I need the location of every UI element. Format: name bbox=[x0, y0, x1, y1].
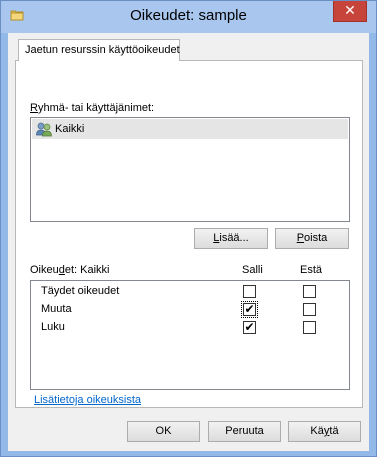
users-listbox[interactable]: Kaikki bbox=[30, 117, 350, 222]
cancel-button[interactable]: Peruuta bbox=[208, 421, 281, 442]
add-label: isää... bbox=[219, 232, 249, 244]
allow-checkbox[interactable]: ✔ bbox=[243, 321, 256, 334]
remove-label: oista bbox=[304, 232, 328, 244]
permissions-header: Oikeudet: Kaikki bbox=[30, 264, 110, 276]
allow-column-header: Salli bbox=[242, 264, 263, 276]
close-button[interactable]: ✕ bbox=[333, 1, 367, 22]
deny-column-header: Estä bbox=[300, 264, 323, 276]
dialog-client-area: Jaetun resurssin käyttöoikeudet Ryhmä- t… bbox=[8, 33, 369, 451]
user-name: Kaikki bbox=[55, 123, 85, 135]
apply-post: tä bbox=[329, 425, 339, 437]
permission-name: Muuta bbox=[41, 303, 72, 315]
ok-button[interactable]: OK bbox=[127, 421, 200, 442]
remove-hotkey: P bbox=[296, 232, 305, 244]
deny-checkbox[interactable] bbox=[303, 303, 316, 316]
group-or-user-names-label: Ryhmä- tai käyttäjänimet: bbox=[30, 102, 154, 114]
group-label-text: yhmä- tai käyttäjänimet: bbox=[37, 102, 155, 114]
dialog-window: Oikeudet: sample ✕ Jaetun resurssin käyt… bbox=[0, 0, 377, 457]
permissions-header-pre: Oikeu bbox=[30, 264, 59, 276]
apply-pre: Kä bbox=[310, 425, 324, 437]
permissions-list: Täydet oikeudet Muuta ✔ Luku ✔ bbox=[30, 280, 350, 390]
hotkey-r: R bbox=[30, 102, 38, 114]
permission-row: Muuta ✔ bbox=[31, 301, 349, 319]
apply-button[interactable]: Käytä bbox=[288, 421, 361, 442]
deny-checkbox[interactable] bbox=[303, 321, 316, 334]
list-item[interactable]: Kaikki bbox=[32, 119, 348, 139]
tab-panel: Ryhmä- tai käyttäjänimet: Kaikki Lisää..… bbox=[15, 60, 363, 408]
more-info-link[interactable]: Lisätietoja oikeuksista bbox=[34, 394, 141, 406]
add-button[interactable]: Lisää... bbox=[194, 228, 268, 249]
allow-checkbox[interactable] bbox=[243, 285, 256, 298]
deny-checkbox[interactable] bbox=[303, 285, 316, 298]
tab-share-permissions[interactable]: Jaetun resurssin käyttöoikeudet bbox=[18, 39, 180, 61]
remove-button[interactable]: Poista bbox=[275, 228, 349, 249]
permission-row: Täydet oikeudet bbox=[31, 283, 349, 301]
allow-checkbox[interactable]: ✔ bbox=[241, 301, 258, 318]
permissions-header-post: et: Kaikki bbox=[64, 264, 110, 276]
permission-name: Luku bbox=[41, 321, 65, 333]
permission-row: Luku ✔ bbox=[31, 319, 349, 337]
users-group-icon bbox=[36, 122, 52, 137]
window-title: Oikeudet: sample bbox=[130, 7, 247, 24]
title-bar[interactable]: Oikeudet: sample ✕ bbox=[1, 1, 376, 33]
permission-name: Täydet oikeudet bbox=[41, 285, 120, 297]
